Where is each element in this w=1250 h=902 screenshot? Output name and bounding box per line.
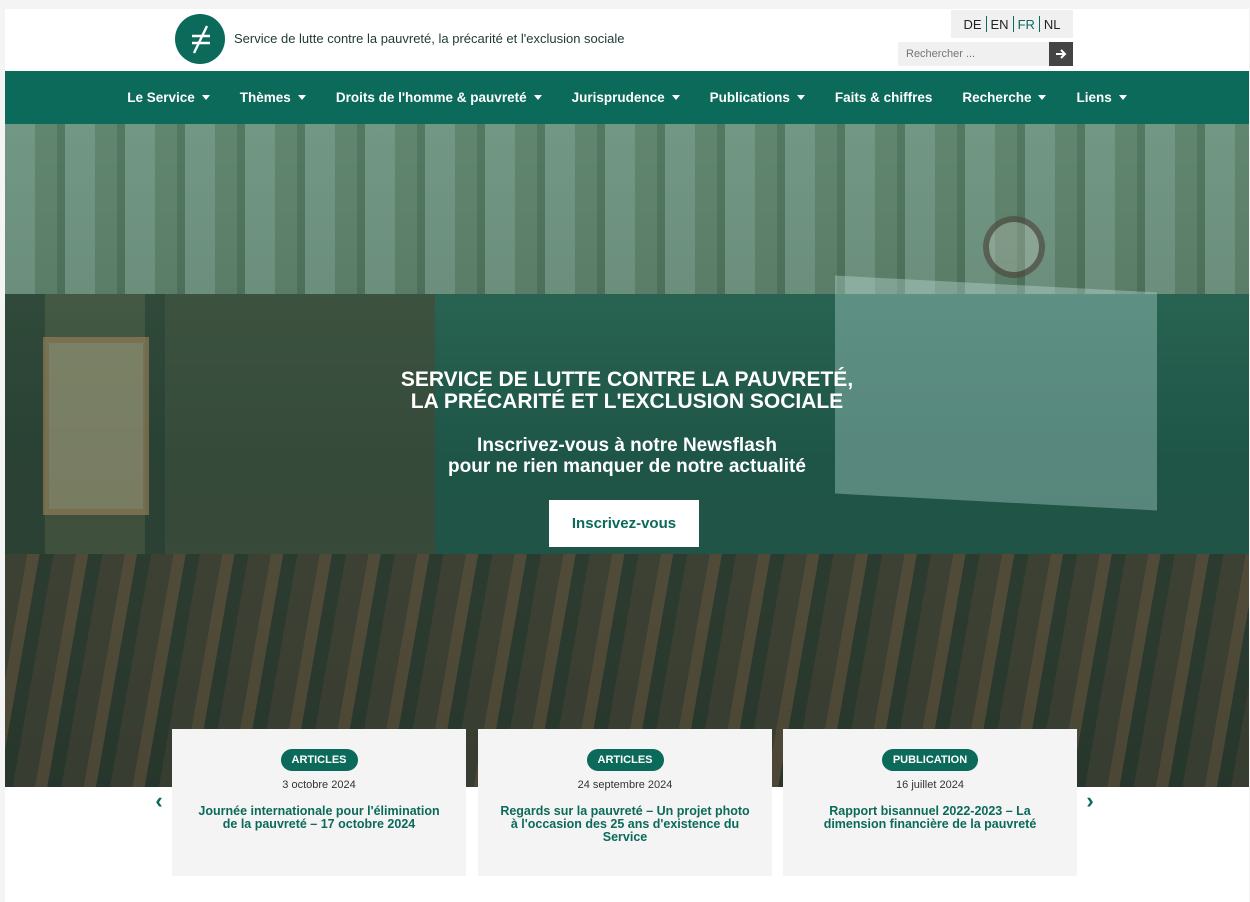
category-badge: ARTICLES [586, 749, 664, 771]
hero-background-portrait [43, 337, 149, 515]
carousel-next-button[interactable]: › [1080, 788, 1100, 813]
nav-item-themes[interactable]: Thèmes [225, 90, 321, 105]
caret-down-icon [201, 95, 210, 100]
hero-title: SERVICE DE LUTTE CONTRE LA PAUVRETÉ, LA … [5, 369, 1249, 413]
category-badge: PUBLICATION [881, 749, 979, 771]
card-date: 24 septembre 2024 [577, 779, 673, 791]
nav-item-label: Publications [709, 90, 790, 105]
site-header: Service de lutte contre la pauvreté, la … [5, 9, 1249, 71]
news-card[interactable]: ARTICLES 24 septembre 2024 Regards sur l… [478, 729, 772, 876]
nav-item-label: Thèmes [239, 90, 291, 105]
chevron-right-icon: › [1086, 788, 1094, 813]
hero-background-clock [983, 216, 1045, 278]
lang-fr[interactable]: FR [1014, 17, 1039, 32]
nav-item-droits-homme[interactable]: Droits de l'homme & pauvreté [321, 90, 557, 105]
lang-de[interactable]: DE [959, 17, 985, 32]
nav-item-recherche[interactable]: Recherche [947, 90, 1061, 105]
card-date: 3 octobre 2024 [282, 779, 356, 791]
search-input[interactable] [898, 42, 1049, 66]
chevron-left-icon: ‹ [155, 788, 163, 813]
nav-item-label: Liens [1076, 90, 1112, 105]
nav-item-label: Recherche [962, 90, 1032, 105]
category-badge: ARTICLES [280, 749, 358, 771]
hero-banner: SERVICE DE LUTTE CONTRE LA PAUVRETÉ, LA … [5, 124, 1249, 787]
nav-item-le-service[interactable]: Le Service [112, 90, 225, 105]
lang-en[interactable]: EN [987, 17, 1013, 32]
nav-item-label: Droits de l'homme & pauvreté [335, 90, 527, 105]
caret-down-icon [796, 95, 805, 100]
caret-down-icon [1038, 95, 1047, 100]
caret-down-icon [671, 95, 680, 100]
nav-item-label: Jurisprudence [571, 90, 665, 105]
hero-title-line: SERVICE DE LUTTE CONTRE LA PAUVRETÉ, [400, 368, 854, 391]
nav-item-label: Faits & chiffres [834, 90, 933, 105]
caret-down-icon [297, 95, 306, 100]
logo[interactable] [175, 14, 225, 64]
newsletter-signup-button[interactable]: Inscrivez-vous [549, 500, 699, 547]
search-submit-button[interactable] [1049, 42, 1073, 66]
carousel-prev-button[interactable]: ‹ [149, 788, 169, 813]
card-title[interactable]: Regards sur la pauvreté – Un projet phot… [496, 805, 754, 844]
news-card[interactable]: PUBLICATION 16 juillet 2024 Rapport bisa… [783, 729, 1077, 876]
search-bar [898, 42, 1073, 66]
hero-subtitle-line: Inscrivez-vous à notre Newsflash [477, 435, 777, 456]
language-switcher: DE EN FR NL [951, 10, 1073, 38]
nav-item-jurisprudence[interactable]: Jurisprudence [557, 90, 695, 105]
hero-background-pillars [5, 124, 1249, 294]
nav-item-label: Le Service [127, 90, 195, 105]
card-title[interactable]: Rapport bisannuel 2022-2023 – La dimensi… [801, 805, 1059, 831]
card-date: 16 juillet 2024 [896, 779, 964, 791]
caret-down-icon [1118, 95, 1127, 100]
hero-title-line: LA PRÉCARITÉ ET L'EXCLUSION SOCIALE [410, 390, 844, 413]
site-tagline: Service de lutte contre la pauvreté, la … [234, 31, 625, 46]
page: Service de lutte contre la pauvreté, la … [5, 9, 1249, 902]
nav-item-faits-chiffres[interactable]: Faits & chiffres [820, 90, 948, 105]
nav-item-liens[interactable]: Liens [1061, 90, 1141, 105]
logo-icon [192, 25, 210, 54]
hero-subtitle: Inscrivez-vous à notre Newsflash pour ne… [5, 435, 1249, 477]
news-card[interactable]: ARTICLES 3 octobre 2024 Journée internat… [172, 729, 466, 876]
nav-item-publications[interactable]: Publications [695, 90, 820, 105]
caret-down-icon [533, 95, 542, 100]
arrow-right-icon [1056, 49, 1067, 59]
lang-nl[interactable]: NL [1040, 17, 1065, 32]
main-nav: Le Service Thèmes Droits de l'homme & pa… [5, 71, 1249, 124]
card-title[interactable]: Journée internationale pour l'éliminatio… [190, 805, 448, 831]
hero-subtitle-line: pour ne rien manquer de notre actualité [448, 456, 806, 477]
